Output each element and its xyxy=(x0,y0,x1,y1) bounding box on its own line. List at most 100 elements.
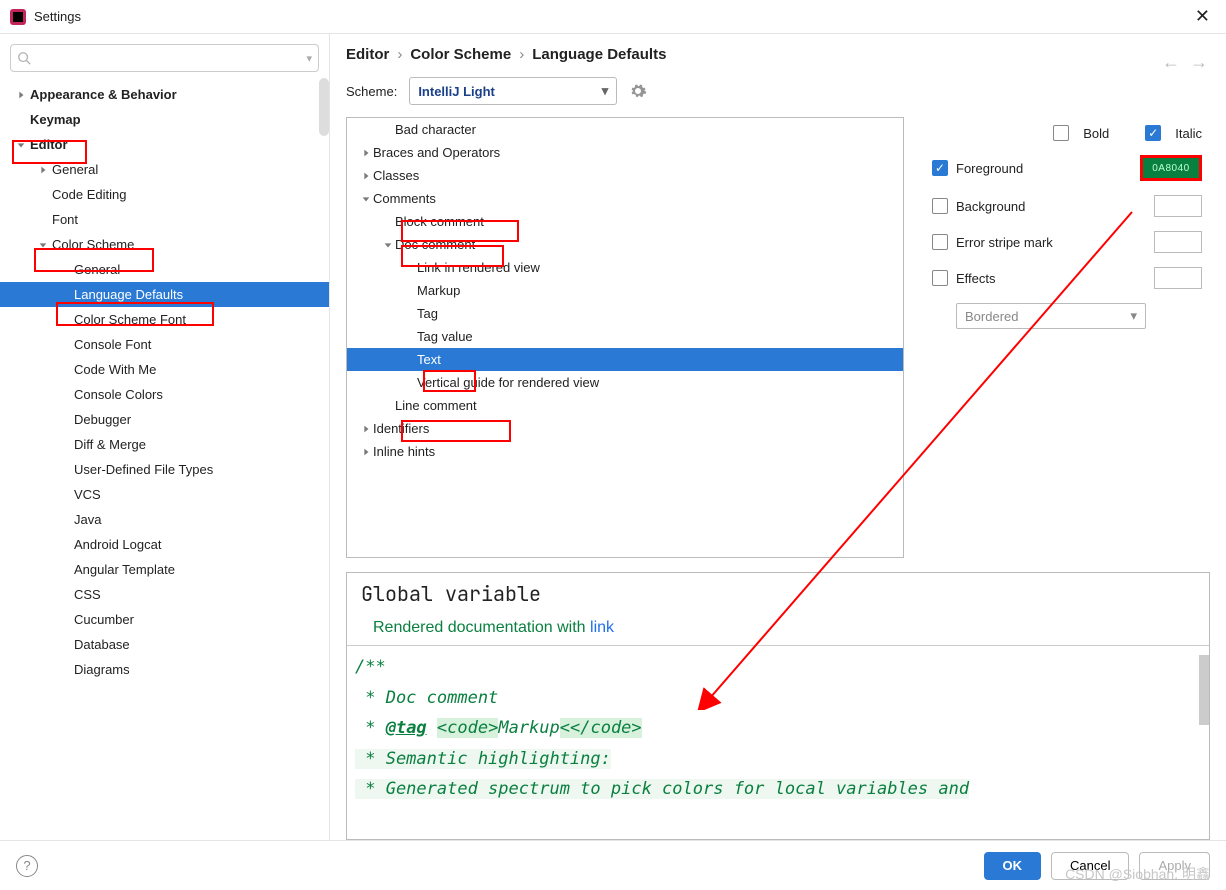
chevron-right-icon xyxy=(359,447,373,457)
tree-label: Diagrams xyxy=(74,662,130,677)
attr-item[interactable]: Identifiers xyxy=(347,417,903,440)
scheme-value: IntelliJ Light xyxy=(418,84,495,99)
foreground-label: Foreground xyxy=(956,161,1023,176)
sidebar-item[interactable]: Diff & Merge xyxy=(0,432,329,457)
tree-label: Editor xyxy=(30,137,68,152)
sidebar-item[interactable]: Console Font xyxy=(0,332,329,357)
effects-swatch[interactable] xyxy=(1154,267,1202,289)
sidebar-item[interactable]: Angular Template xyxy=(0,557,329,582)
chevron-down-icon: ▾ xyxy=(1130,308,1137,324)
nav-back-icon[interactable]: ← xyxy=(1162,52,1180,73)
titlebar: Settings ✕ xyxy=(0,0,1226,34)
sidebar-item[interactable]: Color Scheme xyxy=(0,232,329,257)
help-icon[interactable]: ? xyxy=(16,855,38,877)
sidebar-item[interactable]: Code With Me xyxy=(0,357,329,382)
italic-label: Italic xyxy=(1175,126,1202,141)
attr-item[interactable]: Block comment xyxy=(347,210,903,233)
sidebar-item[interactable]: Keymap xyxy=(0,107,329,132)
bold-checkbox[interactable] xyxy=(1053,125,1069,141)
settings-tree[interactable]: Appearance & Behavior Keymap Editor General… xyxy=(0,82,329,840)
attr-item[interactable]: Line comment xyxy=(347,394,903,417)
tree-label: General xyxy=(52,162,98,177)
sidebar-item[interactable]: VCS xyxy=(0,482,329,507)
cancel-button[interactable]: Cancel xyxy=(1051,852,1129,880)
attr-label: Identifiers xyxy=(373,421,429,436)
nav-forward-icon[interactable]: → xyxy=(1190,52,1208,73)
sidebar-item[interactable]: Language Defaults xyxy=(0,282,329,307)
tree-label: Code With Me xyxy=(74,362,156,377)
sidebar-item[interactable]: Editor xyxy=(0,132,329,157)
tree-label: User-Defined File Types xyxy=(74,462,213,477)
sidebar: ▾ Appearance & Behavior Keymap Editor Gener… xyxy=(0,34,330,840)
sidebar-item[interactable]: Debugger xyxy=(0,407,329,432)
breadcrumb-item[interactable]: Editor xyxy=(346,46,389,63)
scrollbar[interactable] xyxy=(319,78,329,136)
chevron-right-icon xyxy=(359,148,373,158)
italic-checkbox[interactable] xyxy=(1145,125,1161,141)
breadcrumb-item[interactable]: Language Defaults xyxy=(532,46,666,63)
error-stripe-label: Error stripe mark xyxy=(956,235,1053,250)
tree-label: Keymap xyxy=(30,112,81,127)
attr-item[interactable]: Braces and Operators xyxy=(347,141,903,164)
sidebar-item[interactable]: Java xyxy=(0,507,329,532)
ok-button[interactable]: OK xyxy=(984,852,1042,880)
sidebar-item[interactable]: Color Scheme Font xyxy=(0,307,329,332)
sidebar-item[interactable]: User-Defined File Types xyxy=(0,457,329,482)
attribute-tree[interactable]: Bad character Braces and OperatorsClasses… xyxy=(346,117,904,558)
attr-item[interactable]: Comments xyxy=(347,187,903,210)
tree-label: Database xyxy=(74,637,130,652)
effects-style-select[interactable]: Bordered▾ xyxy=(956,303,1146,329)
sidebar-item[interactable]: Database xyxy=(0,632,329,657)
scrollbar[interactable] xyxy=(1199,655,1209,725)
background-swatch[interactable] xyxy=(1154,195,1202,217)
attr-item[interactable]: Text xyxy=(347,348,903,371)
sidebar-item[interactable]: Code Editing xyxy=(0,182,329,207)
attr-item[interactable]: Tag value xyxy=(347,325,903,348)
attr-label: Bad character xyxy=(395,122,476,137)
sidebar-item[interactable]: Appearance & Behavior xyxy=(0,82,329,107)
attr-item[interactable]: Inline hints xyxy=(347,440,903,463)
sidebar-item[interactable]: CSS xyxy=(0,582,329,607)
tree-label: Code Editing xyxy=(52,187,126,202)
sidebar-item[interactable]: Console Colors xyxy=(0,382,329,407)
attr-item[interactable]: Doc comment xyxy=(347,233,903,256)
error-stripe-checkbox[interactable] xyxy=(932,234,948,250)
window-title: Settings xyxy=(34,9,81,24)
scheme-select[interactable]: IntelliJ Light ▾ xyxy=(409,77,617,105)
background-checkbox[interactable] xyxy=(932,198,948,214)
rendered-link[interactable]: link xyxy=(590,619,614,636)
effects-checkbox[interactable] xyxy=(932,270,948,286)
attr-item[interactable]: Tag xyxy=(347,302,903,325)
gear-icon[interactable] xyxy=(629,82,647,100)
attr-item[interactable]: Markup xyxy=(347,279,903,302)
error-stripe-swatch[interactable] xyxy=(1154,231,1202,253)
sidebar-item[interactable]: Font xyxy=(0,207,329,232)
sidebar-item[interactable]: General xyxy=(0,157,329,182)
footer: ? OK Cancel Apply xyxy=(0,840,1226,890)
attr-label: Comments xyxy=(373,191,436,206)
tree-label: Debugger xyxy=(74,412,131,427)
attr-item[interactable]: Bad character xyxy=(347,118,903,141)
sidebar-item[interactable]: Diagrams xyxy=(0,657,329,682)
font-props: Bold Italic Foreground 0A8040 Background xyxy=(924,117,1210,558)
chevron-right-icon xyxy=(359,171,373,181)
search-field[interactable] xyxy=(35,51,306,66)
search-input[interactable]: ▾ xyxy=(10,44,319,72)
preview-header: Global variable xyxy=(347,573,1209,615)
breadcrumb-item[interactable]: Color Scheme xyxy=(410,46,511,63)
attr-label: Inline hints xyxy=(373,444,435,459)
tree-label: CSS xyxy=(74,587,101,602)
apply-button[interactable]: Apply xyxy=(1139,852,1210,880)
main-panel: ← → Editor› Color Scheme› Language Defau… xyxy=(330,34,1226,840)
attr-item[interactable]: Classes xyxy=(347,164,903,187)
foreground-swatch[interactable]: 0A8040 xyxy=(1140,155,1202,181)
sidebar-item[interactable]: General xyxy=(0,257,329,282)
close-icon[interactable]: ✕ xyxy=(1189,4,1216,29)
sidebar-item[interactable]: Cucumber xyxy=(0,607,329,632)
scheme-label: Scheme: xyxy=(346,84,397,99)
attr-item[interactable]: Link in rendered view xyxy=(347,256,903,279)
sidebar-item[interactable]: Android Logcat xyxy=(0,532,329,557)
attr-item[interactable]: Vertical guide for rendered view xyxy=(347,371,903,394)
foreground-checkbox[interactable] xyxy=(932,160,948,176)
chevron-down-icon[interactable]: ▾ xyxy=(306,52,312,65)
